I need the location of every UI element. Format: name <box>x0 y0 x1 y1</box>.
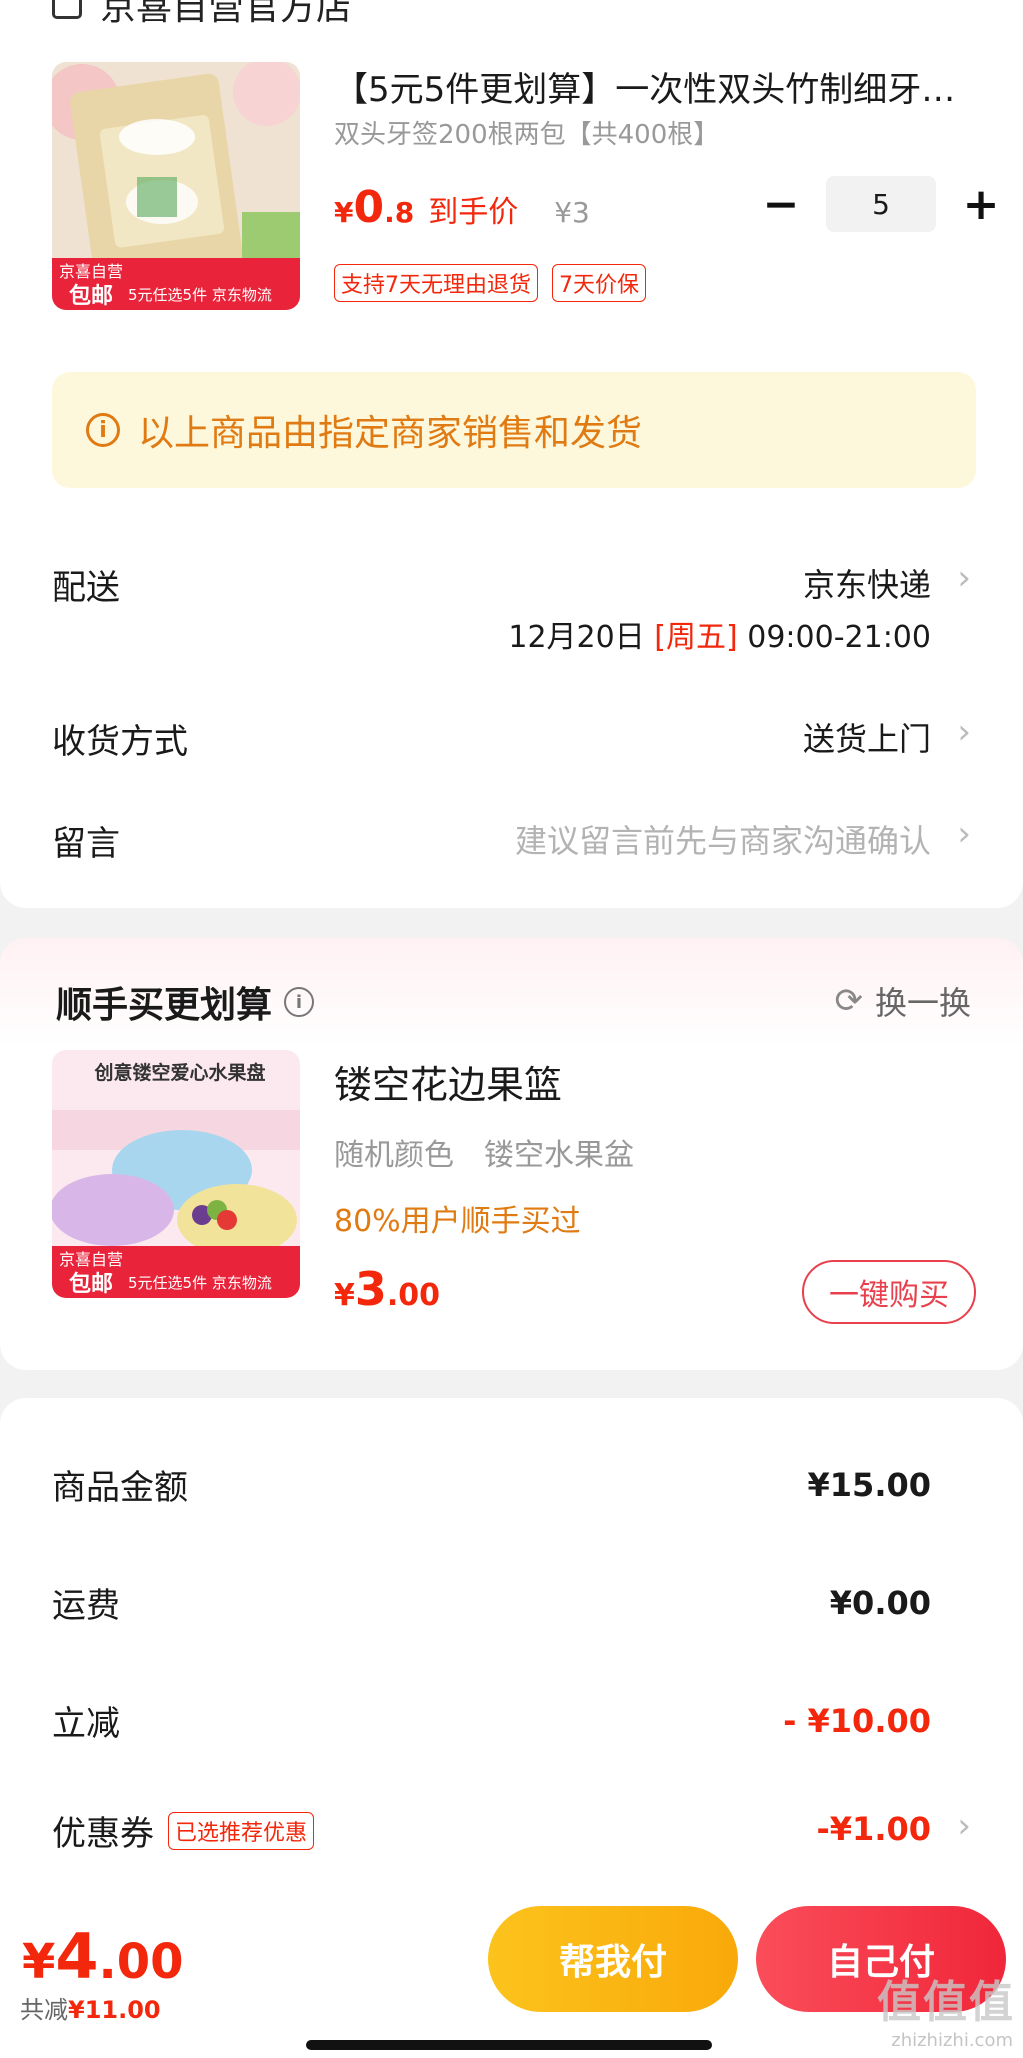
total-price: ¥ 4 .00 <box>22 1920 184 1993</box>
goods-amount-label: 商品金额 <box>52 1468 188 1508</box>
original-price: ¥3 <box>554 196 590 229</box>
price-integer: 0 <box>353 182 385 233</box>
saved-prefix: 共减 <box>20 1996 68 2024</box>
product-spec[interactable]: 双头牙签200根两包【共400根】 <box>334 114 719 151</box>
watermark-url: zhizhizhi.com <box>891 2030 1013 2051</box>
delivery-carrier[interactable]: 京东快递 <box>803 560 931 606</box>
saved-value: ¥11.00 <box>68 1996 161 2024</box>
quantity-input[interactable]: 5 <box>826 176 936 232</box>
chevron-right-icon[interactable]: › <box>957 1806 971 1846</box>
receive-method-label: 收货方式 <box>52 722 188 762</box>
delivery-window: 09:00-21:00 <box>747 620 931 655</box>
badge-free-shipping: 包邮 <box>68 284 113 309</box>
refresh-icon: ⟳ <box>834 981 863 1021</box>
chevron-right-icon[interactable]: › <box>957 712 971 752</box>
badge-promo: 5元任选5件 京东物流 <box>128 1274 272 1292</box>
recommend-title-text: 顺手买更划算 <box>56 985 273 1026</box>
receive-method-value[interactable]: 送货上门 <box>803 714 931 760</box>
store-icon <box>52 0 82 19</box>
store-header[interactable]: 京喜自营官方店 <box>52 0 352 30</box>
goods-amount-value: ¥15.00 <box>807 1466 931 1504</box>
delivery-time[interactable]: 12月20日 [周五] 09:00-21:00 <box>508 612 931 656</box>
message-label: 留言 <box>52 824 120 864</box>
price-decimal: .8 <box>384 196 415 229</box>
total-saved: 共减¥11.00 <box>20 1990 161 2025</box>
decrement-button[interactable]: − <box>756 179 806 230</box>
quantity-stepper: − 5 + <box>756 176 1006 232</box>
recommend-price: ¥ 3 .00 <box>334 1262 440 1316</box>
recommend-title: 顺手买更划算 i <box>56 976 315 1028</box>
recommend-product-title[interactable]: 镂空花边果篮 <box>334 1054 562 1109</box>
discount-value: - ¥10.00 <box>783 1702 931 1740</box>
help-pay-button[interactable]: 帮我付 <box>488 1906 738 2012</box>
coupon-row[interactable]: 优惠券 已选推荐优惠 <box>52 1806 315 1855</box>
shipping-value: ¥0.00 <box>829 1584 931 1622</box>
product-price: ¥ 0 .8 到手价 ¥3 <box>334 182 590 233</box>
refresh-button[interactable]: ⟳ 换一换 <box>834 978 971 1024</box>
badge-promo: 5元任选5件 京东物流 <box>128 286 272 304</box>
home-indicator[interactable] <box>306 2040 712 2050</box>
price-label: 到手价 <box>428 195 519 230</box>
total-decimal: .00 <box>98 1934 184 1990</box>
tag-price-protect: 7天价保 <box>552 264 646 302</box>
price-integer: 3 <box>354 1262 387 1316</box>
message-input[interactable]: 建议留言前先与商家沟通确认 <box>515 816 931 862</box>
chevron-right-icon[interactable]: › <box>957 558 971 598</box>
coupon-tag: 已选推荐优惠 <box>168 1811 315 1850</box>
notice-text: 以上商品由指定商家销售和发货 <box>138 413 643 454</box>
info-icon: i <box>86 413 120 447</box>
delivery-label: 配送 <box>52 568 120 608</box>
badge-free-shipping: 包邮 <box>68 1272 113 1297</box>
merchant-notice: i 以上商品由指定商家销售和发货 <box>52 372 976 488</box>
price-symbol: ¥ <box>334 1278 355 1313</box>
refresh-label: 换一换 <box>874 984 971 1022</box>
tag-return-policy: 支持7天无理由退货 <box>334 264 538 302</box>
store-name: 京喜自营官方店 <box>100 0 353 28</box>
delivery-weekday: [周五] <box>654 620 738 655</box>
info-icon[interactable]: i <box>284 987 315 1017</box>
increment-button[interactable]: + <box>956 179 1006 230</box>
one-click-buy-button[interactable]: 一键购买 <box>802 1260 976 1324</box>
recommend-image-caption: 创意镂空爱心水果盘 <box>94 1062 266 1084</box>
product-title[interactable]: 【5元5件更划算】一次性双头竹制细牙签牙签盒装 <box>334 62 984 111</box>
recommend-hint: 80%用户顺手买过 <box>334 1204 581 1239</box>
total-integer: 4 <box>55 1920 99 1993</box>
watermark-logo: 值值值 <box>877 1977 1015 2028</box>
delivery-date: 12月20日 <box>508 620 645 655</box>
shipping-label: 运费 <box>52 1586 120 1626</box>
coupon-label: 优惠券 <box>52 1814 154 1854</box>
price-symbol: ¥ <box>334 196 354 229</box>
total-symbol: ¥ <box>22 1934 56 1990</box>
service-tags: 支持7天无理由退货 7天价保 <box>334 264 646 302</box>
coupon-value[interactable]: -¥1.00 <box>817 1810 932 1848</box>
chevron-right-icon[interactable]: › <box>957 814 971 854</box>
discount-label: 立减 <box>52 1704 120 1744</box>
spec-color: 随机颜色 <box>334 1138 454 1173</box>
recommend-product-spec: 随机颜色 镂空水果盆 <box>334 1130 634 1174</box>
price-decimal: .00 <box>386 1278 441 1313</box>
spec-type: 镂空水果盆 <box>484 1138 634 1173</box>
